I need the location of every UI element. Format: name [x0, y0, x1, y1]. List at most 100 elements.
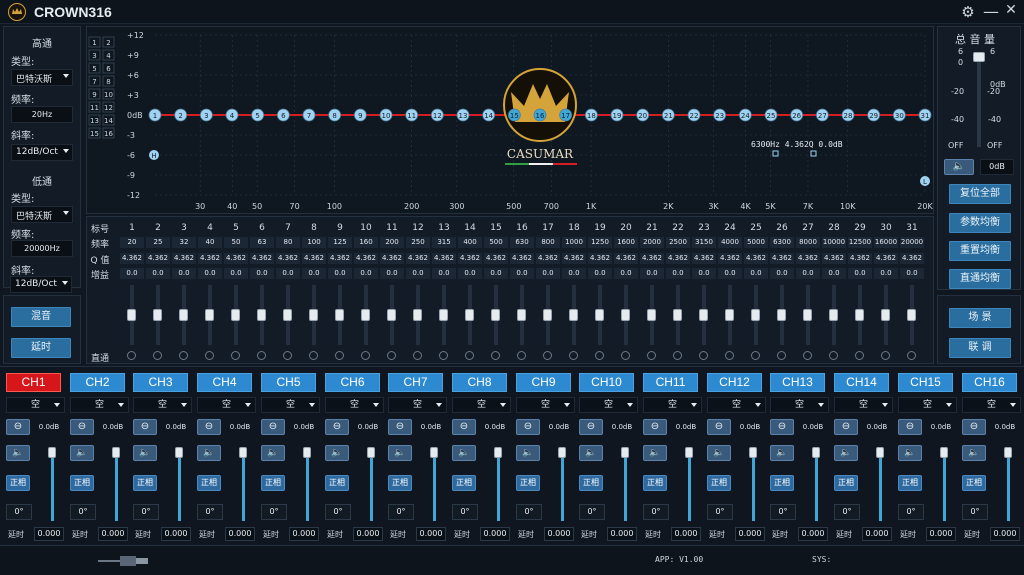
channel-source-select[interactable]: 空 — [643, 397, 702, 413]
phase-button[interactable]: 正相 — [898, 475, 922, 491]
band-gain-knob[interactable] — [647, 309, 656, 321]
close-icon[interactable]: ✕ — [1002, 2, 1020, 20]
band-freq[interactable]: 10000 — [822, 237, 846, 248]
band-bypass-toggle[interactable] — [621, 351, 630, 360]
channel-fader-knob[interactable] — [1004, 447, 1012, 458]
band-gain-knob[interactable] — [335, 309, 344, 321]
parametric-eq-button[interactable]: 参数均衡 — [949, 213, 1011, 233]
channel-source-select[interactable]: 空 — [197, 397, 256, 413]
channel-source-select[interactable]: 空 — [388, 397, 447, 413]
band-q[interactable]: 4.362 — [666, 253, 690, 264]
band-gain[interactable]: 0.0 — [744, 268, 768, 279]
channel-selector-11[interactable]: 11 — [90, 104, 99, 112]
channel-selector-12[interactable]: 12 — [104, 104, 113, 112]
phase-degree[interactable]: 0° — [261, 504, 287, 520]
link-button[interactable]: ⊖ — [452, 419, 476, 435]
band-gain[interactable]: 0.0 — [848, 268, 872, 279]
band-bypass-toggle[interactable] — [699, 351, 708, 360]
phase-button[interactable]: 正相 — [452, 475, 476, 491]
lowpass-freq-field[interactable]: 20000Hz — [11, 240, 73, 257]
lowpass-type-select[interactable]: 巴特沃斯 — [11, 206, 73, 223]
delay-value[interactable]: 0.000 — [225, 527, 255, 541]
channel-source-select[interactable]: 空 — [516, 397, 575, 413]
band-gain[interactable]: 0.0 — [250, 268, 274, 279]
channel-tab-ch7[interactable]: CH7 — [388, 373, 443, 392]
phase-degree[interactable]: 0° — [770, 504, 796, 520]
band-bypass-toggle[interactable] — [127, 351, 136, 360]
band-freq[interactable]: 80 — [276, 237, 300, 248]
band-freq[interactable]: 2000 — [640, 237, 664, 248]
highpass-freq-field[interactable]: 20Hz — [11, 106, 73, 123]
band-q[interactable]: 4.362 — [510, 253, 534, 264]
link-button[interactable]: ⊖ — [898, 419, 922, 435]
phase-degree[interactable]: 0° — [6, 504, 32, 520]
channel-fader[interactable] — [624, 451, 627, 521]
minimize-icon[interactable]: — — [982, 2, 1000, 21]
channel-tab-ch14[interactable]: CH14 — [834, 373, 889, 392]
delay-button[interactable]: 延时 — [11, 338, 71, 358]
band-gain[interactable]: 0.0 — [562, 268, 586, 279]
mute-button[interactable]: 🔈 — [579, 445, 603, 461]
channel-fader[interactable] — [115, 451, 118, 521]
mute-button[interactable]: 🔈 — [898, 445, 922, 461]
band-freq[interactable]: 50 — [224, 237, 248, 248]
band-gain[interactable]: 0.0 — [406, 268, 430, 279]
link-button[interactable]: ⊖ — [70, 419, 94, 435]
band-freq[interactable]: 2500 — [666, 237, 690, 248]
channel-tab-ch6[interactable]: CH6 — [325, 373, 380, 392]
band-gain-knob[interactable] — [725, 309, 734, 321]
delay-value[interactable]: 0.000 — [98, 527, 128, 541]
channel-selector-10[interactable]: 10 — [104, 91, 113, 99]
delay-value[interactable]: 0.000 — [289, 527, 319, 541]
band-gain[interactable]: 0.0 — [666, 268, 690, 279]
band-q[interactable]: 4.362 — [718, 253, 742, 264]
band-gain-knob[interactable] — [231, 309, 240, 321]
band-q[interactable]: 4.362 — [770, 253, 794, 264]
band-q[interactable]: 4.362 — [120, 253, 144, 264]
band-bypass-toggle[interactable] — [465, 351, 474, 360]
mute-button[interactable]: 🔈 — [516, 445, 540, 461]
channel-tab-ch3[interactable]: CH3 — [133, 373, 188, 392]
channel-tab-ch8[interactable]: CH8 — [452, 373, 507, 392]
band-freq[interactable]: 160 — [354, 237, 378, 248]
band-freq[interactable]: 16000 — [874, 237, 898, 248]
band-gain-knob[interactable] — [517, 309, 526, 321]
band-gain[interactable]: 0.0 — [328, 268, 352, 279]
band-gain[interactable]: 0.0 — [822, 268, 846, 279]
band-freq[interactable]: 125 — [328, 237, 352, 248]
delay-value[interactable]: 0.000 — [798, 527, 828, 541]
channel-fader-knob[interactable] — [685, 447, 693, 458]
band-gain-knob[interactable] — [413, 309, 422, 321]
phase-degree[interactable]: 0° — [325, 504, 351, 520]
band-freq[interactable]: 4000 — [718, 237, 742, 248]
eq-graph-canvas[interactable]: +12 +9 +6 +3 0dB -3 -6 -9 -12 30 40 50 70 100 200 300 50… — [87, 27, 935, 215]
band-gain-knob[interactable] — [543, 309, 552, 321]
delay-value[interactable]: 0.000 — [671, 527, 701, 541]
band-freq[interactable]: 8000 — [796, 237, 820, 248]
band-q[interactable]: 4.362 — [562, 253, 586, 264]
channel-selector-8[interactable]: 8 — [106, 78, 110, 86]
band-gain-knob[interactable] — [803, 309, 812, 321]
band-bypass-toggle[interactable] — [829, 351, 838, 360]
link-button[interactable]: ⊖ — [197, 419, 221, 435]
band-gain-knob[interactable] — [309, 309, 318, 321]
channel-fader[interactable] — [433, 451, 436, 521]
channel-fader[interactable] — [1007, 451, 1010, 521]
delay-value[interactable]: 0.000 — [735, 527, 765, 541]
link-button[interactable]: ⊖ — [133, 419, 157, 435]
band-bypass-toggle[interactable] — [751, 351, 760, 360]
channel-selector-14[interactable]: 14 — [104, 117, 113, 125]
channel-fader[interactable] — [178, 451, 181, 521]
link-adjust-button[interactable]: 联 调 — [949, 338, 1011, 358]
band-freq[interactable]: 1000 — [562, 237, 586, 248]
phase-degree[interactable]: 0° — [388, 504, 414, 520]
phase-button[interactable]: 正相 — [834, 475, 858, 491]
channel-fader[interactable] — [242, 451, 245, 521]
master-volume-slider[interactable] — [973, 52, 985, 147]
phase-degree[interactable]: 0° — [516, 504, 542, 520]
channel-fader[interactable] — [497, 451, 500, 521]
mute-button[interactable]: 🔈 — [643, 445, 667, 461]
band-gain[interactable]: 0.0 — [588, 268, 612, 279]
band-gain-knob[interactable] — [257, 309, 266, 321]
channel-source-select[interactable]: 空 — [834, 397, 893, 413]
